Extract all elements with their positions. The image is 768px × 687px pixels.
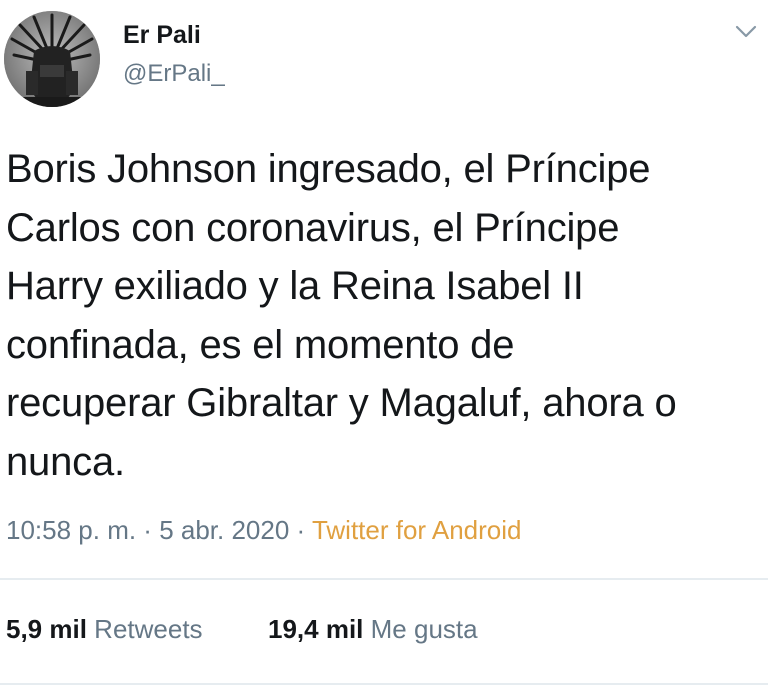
retweets-count: 5,9 mil	[6, 614, 87, 644]
tweet-metadata: 10:58 p. m. · 5 abr. 2020 · Twitter for …	[6, 515, 522, 546]
retweets-label: Retweets	[94, 614, 203, 644]
tweet-header: Er Pali @ErPali_	[0, 0, 768, 110]
retweets-stat[interactable]: 5,9 mil Retweets	[6, 614, 203, 645]
likes-stat[interactable]: 19,4 mil Me gusta	[268, 614, 478, 645]
likes-count: 19,4 mil	[268, 614, 364, 644]
likes-label: Me gusta	[370, 614, 478, 644]
author-handle[interactable]: @ErPali_	[123, 60, 225, 88]
tweet-card: Er Pali @ErPali_ Boris Johnson ingresado…	[0, 0, 768, 687]
tweet-stats: 5,9 mil Retweets 19,4 mil Me gusta	[6, 614, 478, 645]
iron-throne-avatar-icon	[4, 11, 100, 107]
more-options-button[interactable]	[732, 20, 760, 42]
author-name[interactable]: Er Pali	[123, 21, 201, 50]
meta-separator: ·	[136, 515, 160, 545]
meta-separator: ·	[289, 515, 312, 545]
tweet-source-link[interactable]: Twitter for Android	[312, 515, 522, 545]
chevron-down-icon	[735, 25, 757, 38]
tweet-time[interactable]: 10:58 p. m.	[6, 515, 136, 545]
tweet-date[interactable]: 5 abr. 2020	[159, 515, 289, 545]
divider	[0, 683, 768, 685]
divider	[0, 578, 768, 580]
tweet-text: Boris Johnson ingresado, el Príncipe Car…	[6, 147, 677, 484]
avatar[interactable]	[4, 11, 100, 107]
